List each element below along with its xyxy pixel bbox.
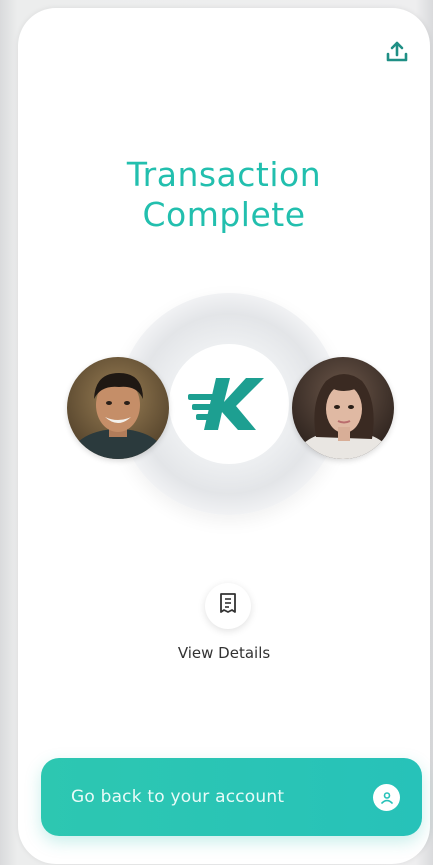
- go-back-account-button[interactable]: Go back to your account: [41, 758, 422, 836]
- receipt-icon: [217, 592, 239, 620]
- view-details-label: View Details: [177, 644, 271, 662]
- sender-avatar: [67, 357, 169, 459]
- view-details-link[interactable]: View Details: [18, 644, 430, 662]
- page-title-text: Transaction Complete: [126, 155, 322, 234]
- share-button[interactable]: [381, 38, 413, 70]
- upload-share-icon: [384, 40, 410, 68]
- view-details-icon-button[interactable]: [205, 583, 251, 629]
- cta-label: Go back to your account: [71, 787, 285, 807]
- user-icon: [373, 784, 400, 811]
- recipient-avatar: [292, 357, 394, 459]
- k-brand-logo-icon: [186, 368, 272, 438]
- page-title: Transaction Complete: [18, 155, 430, 235]
- device-frame: Transaction Complete View Details Go bac…: [0, 0, 433, 865]
